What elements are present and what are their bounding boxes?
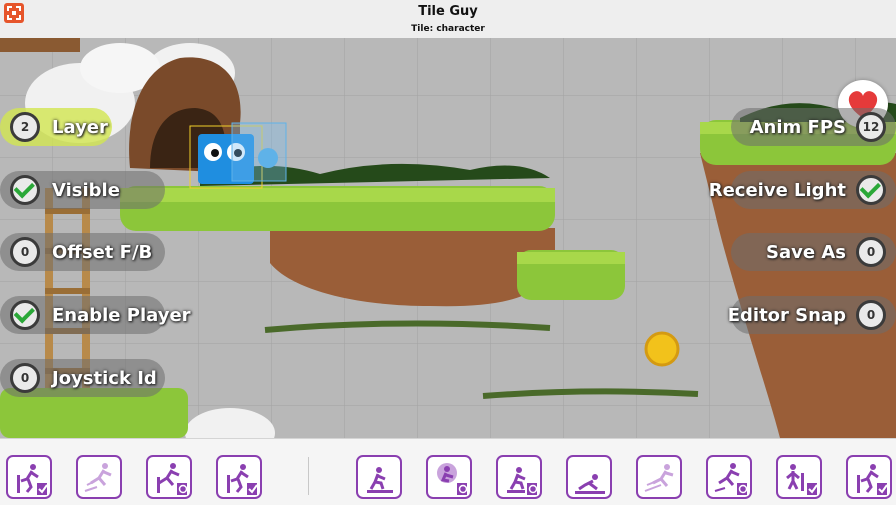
player-crouch-circle-icon[interactable] <box>426 455 472 499</box>
save-as-label: Save As <box>766 242 846 263</box>
player-kick-timer-icon[interactable] <box>146 455 192 499</box>
enable-player-control[interactable]: Enable Player <box>0 296 191 334</box>
checkmark-icon <box>14 177 35 198</box>
editor-snap-label: Editor Snap <box>728 305 846 326</box>
layer-value[interactable]: 2 <box>10 112 40 142</box>
anim-fps-control[interactable]: Anim FPS 12 <box>750 108 896 146</box>
player-dash-icon[interactable] <box>636 455 682 499</box>
visible-label: Visible <box>52 180 120 201</box>
receive-light-label: Receive Light <box>709 180 846 201</box>
player-kick-timer-icon[interactable] <box>706 455 752 499</box>
player-crouch-icon[interactable] <box>356 455 402 499</box>
offset-control[interactable]: 0 Offset F/B <box>0 233 152 271</box>
checkmark-icon <box>14 302 35 323</box>
checkmark-icon <box>860 177 881 198</box>
tile-subtitle: Tile: character <box>0 24 896 34</box>
player-crouch-timer-icon[interactable] <box>496 455 542 499</box>
player-push-check-icon[interactable] <box>216 455 262 499</box>
editor-snap-value[interactable]: 0 <box>856 300 886 330</box>
player-push-check-icon[interactable] <box>6 455 52 499</box>
player-kick-icon[interactable] <box>76 455 122 499</box>
joystick-label: Joystick Id <box>52 368 157 389</box>
enable-player-label: Enable Player <box>52 305 191 326</box>
visible-control[interactable]: Visible <box>0 171 120 209</box>
toolbar-separator <box>308 457 309 495</box>
tool-palette <box>0 438 896 505</box>
visible-checkbox[interactable] <box>10 175 40 205</box>
joystick-value[interactable]: 0 <box>10 363 40 393</box>
editor-snap-control[interactable]: Editor Snap 0 <box>728 296 896 334</box>
enable-player-checkbox[interactable] <box>10 300 40 330</box>
window-title: Tile Guy <box>0 4 896 19</box>
title-bar: Tile Guy Tile: character <box>0 0 896 39</box>
save-as-value[interactable]: 0 <box>856 237 886 267</box>
anim-fps-value[interactable]: 12 <box>856 112 886 142</box>
receive-light-control[interactable]: Receive Light <box>709 171 896 209</box>
game-canvas[interactable]: 2 Layer Visible 0 Offset F/B Enable Play… <box>0 38 896 438</box>
layer-label: Layer <box>52 117 108 138</box>
joystick-control[interactable]: 0 Joystick Id <box>0 359 157 397</box>
player-stand-check-icon[interactable] <box>776 455 822 499</box>
receive-light-checkbox[interactable] <box>856 175 886 205</box>
offset-value[interactable]: 0 <box>10 237 40 267</box>
offset-label: Offset F/B <box>52 242 152 263</box>
anim-fps-label: Anim FPS <box>750 117 846 138</box>
player-slide-icon[interactable] <box>566 455 612 499</box>
save-as-control[interactable]: Save As 0 <box>766 233 896 271</box>
layer-control[interactable]: 2 Layer <box>0 108 108 146</box>
player-push-check-icon[interactable] <box>846 455 892 499</box>
